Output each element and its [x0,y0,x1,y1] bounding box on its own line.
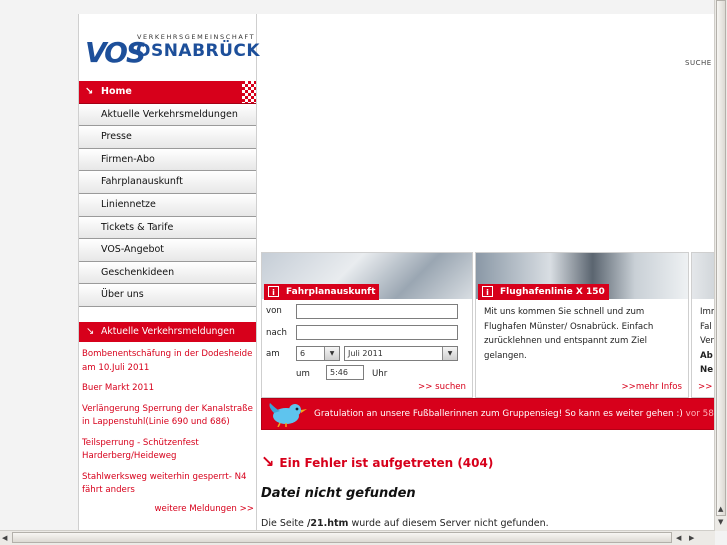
chevron-down-icon: ▼ [442,347,457,360]
month-select[interactable]: Juli 2011 ▼ [344,346,458,361]
message-link[interactable]: Teilsperrung - Schützenfest Harderberg/H… [82,437,254,464]
message-link[interactable]: Bombenentschäfung in der Dodesheide am 1… [82,348,254,375]
nav-item-vos-angebot[interactable]: VOS-Angebot [79,239,256,262]
nav-item-verkehrsmeldungen[interactable]: Aktuelle Verkehrsmeldungen [79,103,256,127]
nav-item-liniennetze[interactable]: Liniennetze [79,193,256,217]
more-messages-link[interactable]: weitere Meldungen >> [155,504,254,514]
from-label: von [266,306,282,316]
horizontal-scrollbar[interactable]: ◀ ◀ ▶ [0,530,715,545]
logo-name: OSNABRÜCK [136,41,261,61]
logo-tagline: VERKEHRSGEMEINSCHAFT [137,33,256,41]
nav-item-tickets-tarife[interactable]: Tickets & Tarife [79,216,256,240]
from-input[interactable] [296,304,458,319]
nav-item-firmen-abo[interactable]: Firmen-Abo [79,148,256,172]
error-text: Die Seite /21.htm wurde auf diesem Serve… [261,518,549,529]
clock-label: Uhr [372,369,388,379]
scroll-left-icon[interactable]: ◀ [676,534,681,542]
nav-item-presse[interactable]: Presse [79,126,256,149]
scroll-right-icon[interactable]: ▶ [689,534,694,542]
main-nav: ↘ Home Aktuelle Verkehrsmeldungen Presse … [79,81,256,307]
time-label: um [296,369,310,379]
scroll-down-icon[interactable]: ▼ [718,518,723,526]
chevron-down-icon: ▼ [324,347,339,360]
date-label: am [266,349,280,359]
teaser-heading: i Flughafenlinie X 150 [478,284,609,300]
arrow-icon: ↘ [86,326,95,337]
teaser-flughafen: i Flughafenlinie X 150 Mit uns kommen Sie… [475,252,689,398]
info-icon: i [268,286,279,297]
scroll-up-icon[interactable]: ▲ [718,505,723,513]
arrow-icon: ↘ [261,452,275,471]
message-link[interactable]: Verlängerung Sperrung der Kanalstraße in… [82,403,254,430]
pixel-pattern [242,81,256,103]
to-input[interactable] [296,325,458,340]
more-info-link[interactable]: >>mehr Infos [621,382,682,392]
teaser-heading: i Fahrplanauskunft [264,284,380,300]
to-label: nach [266,328,287,338]
vertical-scroll-thumb[interactable] [716,0,726,516]
time-input[interactable]: 5:46 [326,365,364,380]
error-title: ↘ Ein Fehler ist aufgetreten (404) [261,452,494,471]
arrow-icon: ↘ [85,86,94,97]
info-icon: i [482,286,493,297]
message-link[interactable]: Buer Markt 2011 [82,382,254,396]
search-label[interactable]: SUCHE [685,59,712,67]
teaser-fahrplanauskunft: i Fahrplanauskunft von nach am 6 ▼ Juli 20… [261,252,473,398]
nav-item-fahrplanauskunft[interactable]: Fahrplanauskunft [79,171,256,194]
search-link[interactable]: >> suchen [418,382,466,392]
messages-heading[interactable]: ↘ Aktuelle Verkehrsmeldungen [79,322,256,342]
nav-item-home[interactable]: ↘ Home [79,81,256,104]
message-link[interactable]: Stahlwerksweg weiterhin gesperrt- N4 fäh… [82,471,254,498]
logo[interactable]: VOS VERKEHRSGEMEINSCHAFT OSNABRÜCK [79,14,260,80]
messages-list: Bombenentschäfung in der Dodesheide am 1… [82,348,254,505]
twitter-ticker[interactable]: Gratulation an unsere Fußballerinnen zum… [261,398,727,430]
ticker-text: Gratulation an unsere Fußballerinnen zum… [314,409,714,419]
teaser-text: Mit uns kommen Sie schnell und zum Flugh… [484,307,654,361]
page-container: VOS VERKEHRSGEMEINSCHAFT OSNABRÜCK ↘ Home… [78,14,727,531]
nav-item-ueber-uns[interactable]: Über uns [79,284,256,307]
nav-item-geschenkideen[interactable]: Geschenkideen [79,261,256,285]
error-subtitle: Datei nicht gefunden [261,486,416,501]
twitter-bird-icon [269,403,307,427]
scroll-left-icon[interactable]: ◀ [2,534,7,542]
sidebar: VOS VERKEHRSGEMEINSCHAFT OSNABRÜCK ↘ Home… [79,14,260,531]
teaser-row: i Fahrplanauskunft von nach am 6 ▼ Juli 20… [261,252,727,400]
day-select[interactable]: 6 ▼ [296,346,340,361]
vertical-scrollbar[interactable]: ▲ ▼ [714,0,727,531]
horizontal-scroll-thumb[interactable] [12,532,672,543]
